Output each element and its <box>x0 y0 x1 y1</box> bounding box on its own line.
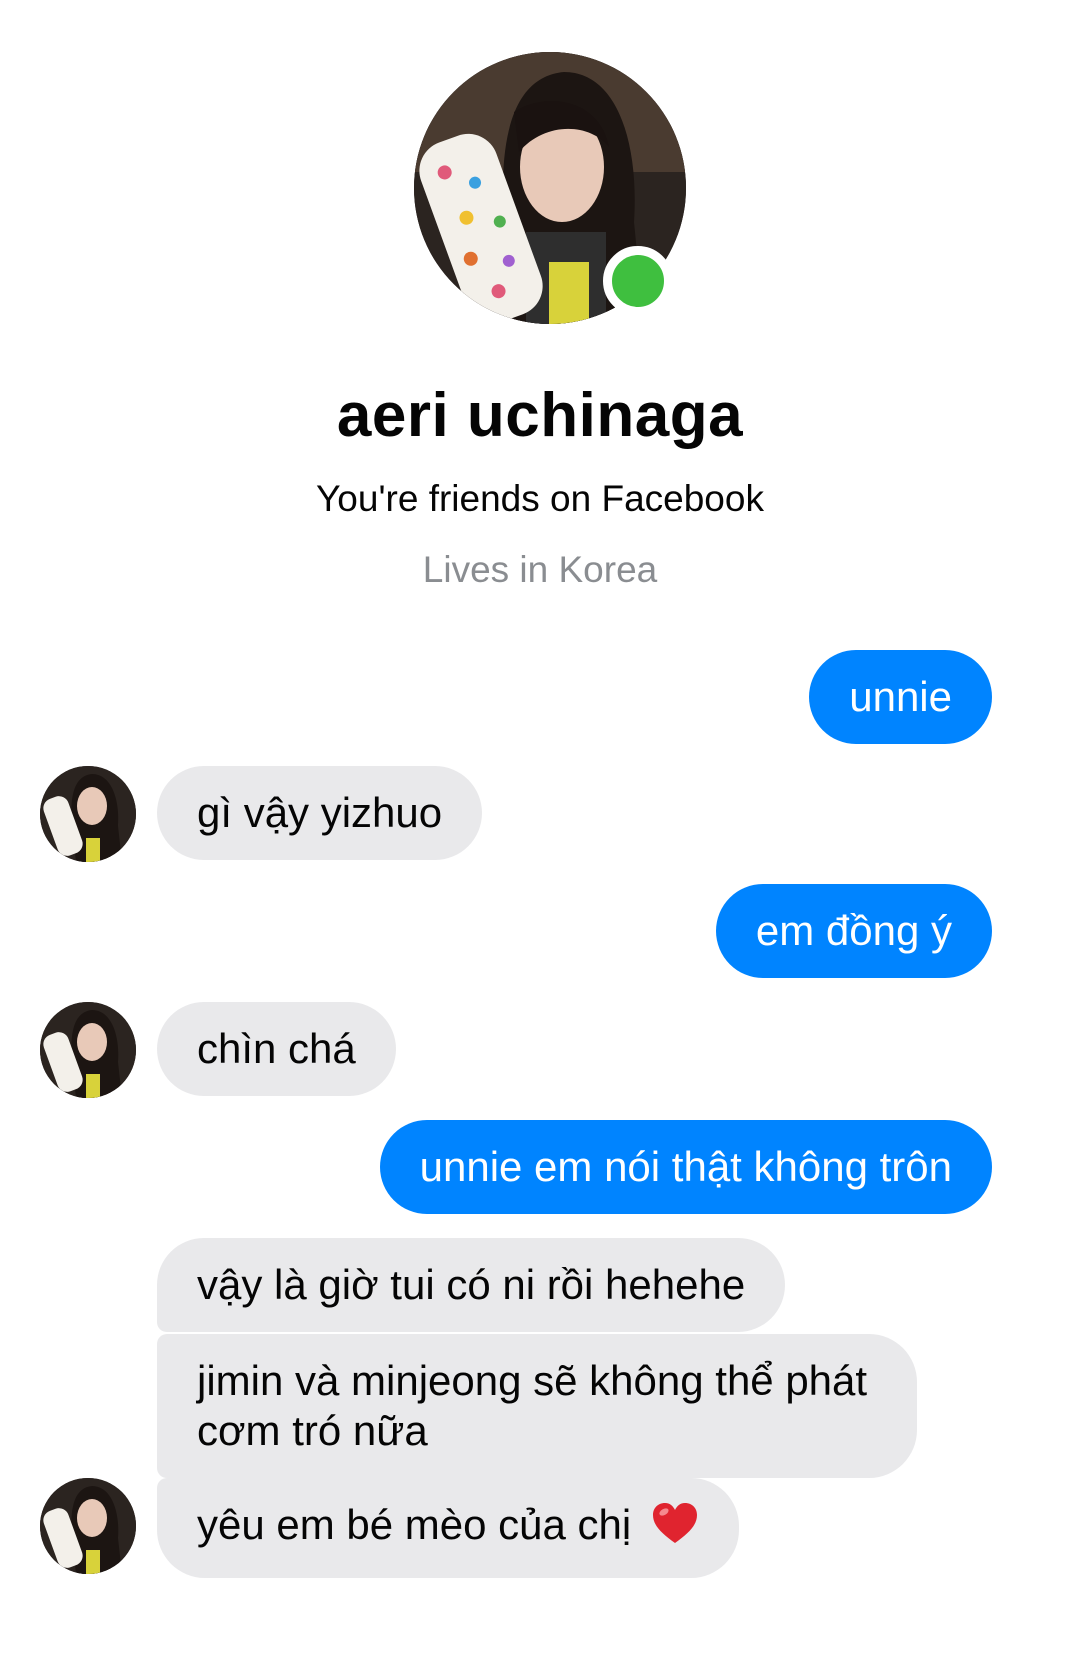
contact-name[interactable]: aeri uchinaga <box>0 380 1080 451</box>
heart-emoji-icon <box>651 1501 699 1556</box>
contact-avatar-small[interactable] <box>40 766 136 862</box>
message-text: yêu em bé mèo của chị <box>197 1501 632 1548</box>
online-status-indicator <box>603 246 673 316</box>
contact-photo-thumbnail <box>40 1002 136 1098</box>
incoming-message[interactable]: yêu em bé mèo của chị <box>157 1478 739 1578</box>
contact-avatar-small[interactable] <box>40 1478 136 1574</box>
incoming-message[interactable]: gì vậy yizhuo <box>157 766 483 860</box>
contact-photo-thumbnail <box>40 1478 136 1574</box>
friends-status: You're friends on Facebook <box>316 478 764 519</box>
outgoing-message[interactable]: em đồng ý <box>715 884 992 978</box>
incoming-message[interactable]: jimin và minjeong sẽ không thể phát cơm … <box>157 1334 917 1478</box>
incoming-message[interactable]: chìn chá <box>157 1002 396 1096</box>
contact-photo-thumbnail <box>40 766 136 862</box>
contact-location: Lives in Korea <box>422 549 658 590</box>
contact-avatar-small[interactable] <box>40 1002 136 1098</box>
outgoing-message[interactable]: unnie em nói thật không trôn <box>379 1120 992 1214</box>
incoming-message[interactable]: vậy là giờ tui có ni rồi hehehe <box>157 1238 786 1332</box>
outgoing-message[interactable]: unnie <box>809 650 992 744</box>
